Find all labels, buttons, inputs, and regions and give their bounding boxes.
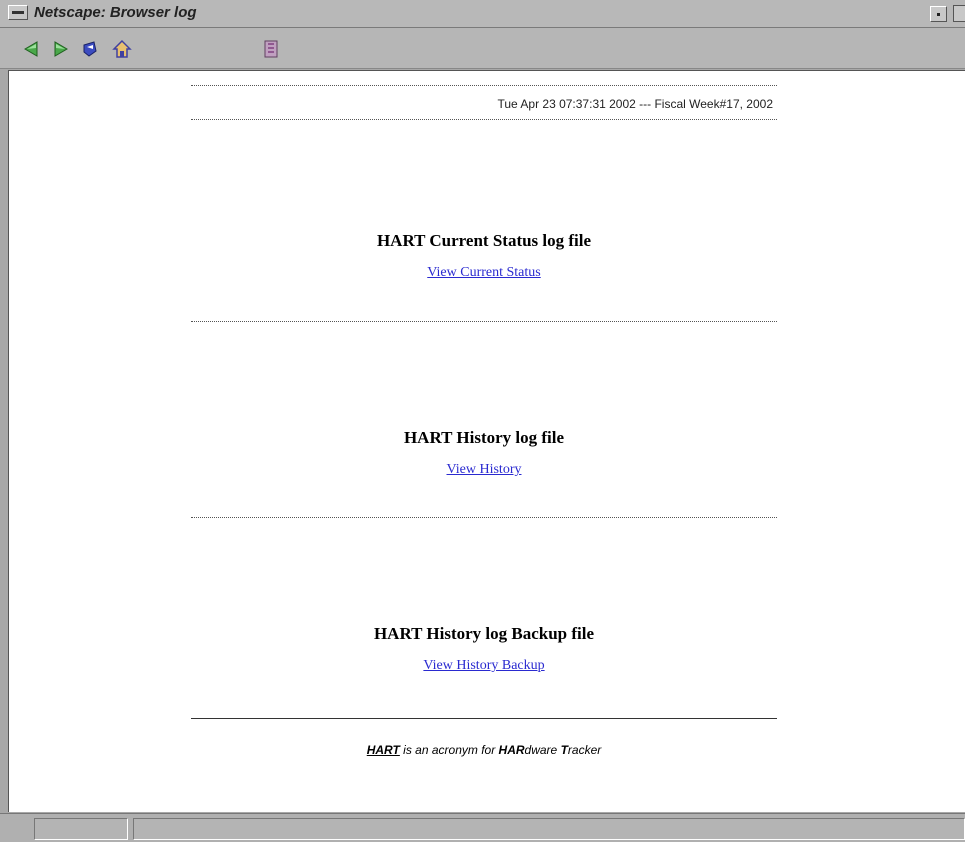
view-current-status-link[interactable]: View Current Status	[427, 265, 540, 280]
window-title: Netscape: Browser log	[34, 4, 197, 21]
reload-icon[interactable]	[80, 39, 100, 59]
view-history-link[interactable]: View History	[447, 462, 522, 477]
view-history-backup-link[interactable]: View History Backup	[423, 658, 544, 673]
toolbar	[0, 28, 965, 69]
section-heading-history: HART History log file	[403, 428, 565, 447]
footer-t: T	[560, 743, 568, 757]
stop-icon[interactable]	[261, 39, 281, 59]
maximize-button[interactable]	[953, 5, 965, 22]
page-content: Tue Apr 23 07:37:31 2002 --- Fiscal Week…	[8, 70, 965, 812]
footer-hart: HART	[366, 743, 400, 757]
section-heading-history-backup: HART History log Backup file	[373, 624, 595, 643]
footer-text: racker	[567, 743, 602, 757]
status-cell-message	[133, 818, 965, 840]
window-menu-button[interactable]	[8, 5, 28, 20]
footer-note: HART is an acronym for HARdware Tracker	[191, 743, 777, 757]
divider	[191, 119, 777, 120]
title-bar: Netscape: Browser log	[0, 0, 965, 28]
status-bar	[0, 813, 965, 842]
footer-text: is an acronym for	[399, 743, 499, 757]
back-icon[interactable]	[22, 39, 42, 59]
home-icon[interactable]	[112, 39, 132, 59]
footer-har: HAR	[498, 743, 525, 757]
divider	[191, 517, 777, 518]
link-view-history: View History	[191, 462, 777, 478]
section-heading-current-status: HART Current Status log file	[376, 231, 592, 250]
divider	[191, 321, 777, 322]
footer-text: dware	[524, 743, 561, 757]
status-cell-security	[34, 818, 128, 840]
minimize-button[interactable]	[930, 6, 947, 22]
divider	[191, 85, 777, 86]
divider	[191, 718, 777, 719]
link-view-current-status: View Current Status	[191, 265, 777, 281]
forward-icon[interactable]	[50, 39, 70, 59]
link-view-history-backup: View History Backup	[191, 658, 777, 674]
date-stamp: Tue Apr 23 07:37:31 2002 --- Fiscal Week…	[497, 97, 773, 111]
